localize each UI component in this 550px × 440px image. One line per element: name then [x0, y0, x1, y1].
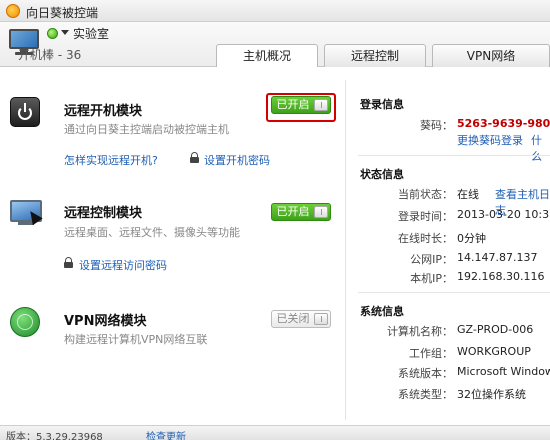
status-bar: 版本：5.3.29.23968 检查更新	[0, 425, 550, 440]
status-label: 当前状态：	[398, 188, 453, 201]
chevron-down-icon[interactable]	[61, 30, 69, 35]
module-title-remote-boot: 远程开机模块	[64, 104, 143, 119]
module-desc-vpn: 构建远程计算机VPN网络互联	[64, 333, 208, 346]
section-divider	[358, 292, 550, 293]
window-title: 向日葵被控端	[26, 6, 99, 20]
workgroup-label: 工作组：	[409, 347, 453, 360]
status-value: 在线	[457, 188, 479, 201]
remote-desktop-icon	[10, 200, 44, 230]
system-info-title: 系统信息	[360, 305, 404, 318]
version-label: 版本：5.3.29.23968	[6, 432, 103, 440]
tab-remote-control[interactable]: 远程控制	[324, 44, 426, 67]
module-desc-remote-control: 远程桌面、远程文件、摄像头等功能	[64, 226, 240, 239]
workgroup-value: WORKGROUP	[457, 345, 531, 358]
login-info-title: 登录信息	[360, 98, 404, 111]
vpn-toggle[interactable]: 已关闭	[271, 310, 331, 328]
os-version-value: Microsoft Windows	[457, 365, 550, 378]
public-ip-value: 14.147.87.137	[457, 251, 538, 264]
online-duration-value: 0分钟	[457, 232, 486, 245]
os-type-value: 32位操作系统	[457, 388, 526, 401]
login-time-label: 登录时间：	[398, 210, 453, 223]
what-is-link[interactable]: 什么	[531, 132, 550, 164]
how-remote-boot-link[interactable]: 怎样实现远程开机?	[64, 152, 158, 168]
section-divider	[358, 155, 550, 156]
os-version-label: 系统版本：	[398, 367, 453, 380]
lock-icon	[64, 257, 73, 268]
computer-name-value: GZ-PROD-006	[457, 323, 534, 336]
online-status-icon	[47, 28, 58, 39]
info-panel: 登录信息 葵码： 5263-9639-9806- 更换葵码登录 什么 状态信息 …	[346, 67, 550, 425]
tab-vpn-network[interactable]: VPN网络	[432, 44, 550, 67]
tab-host-overview[interactable]: 主机概况	[216, 44, 318, 68]
change-code-login-link[interactable]: 更换葵码登录	[457, 132, 523, 148]
set-remote-password-link[interactable]: 设置远程访问密码	[79, 257, 167, 273]
module-title-vpn: VPN网络模块	[64, 314, 147, 329]
sunflower-code-value: 5263-9639-9806-	[457, 117, 550, 130]
module-desc-remote-boot: 通过向日葵主控端启动被控端主机	[64, 123, 229, 136]
os-type-label: 系统类型：	[398, 388, 453, 401]
highlight-box	[266, 93, 336, 122]
sunflower-logo-icon	[6, 4, 20, 18]
check-update-link[interactable]: 检查更新	[146, 428, 186, 440]
lock-icon	[190, 152, 199, 163]
local-ip-value: 192.168.30.116	[457, 270, 545, 283]
computer-name-label: 计算机名称：	[387, 325, 453, 338]
status-info-title: 状态信息	[360, 168, 404, 181]
remote-control-toggle[interactable]: 已开启	[271, 203, 331, 221]
sunflower-code-label: 葵码：	[420, 119, 453, 132]
local-ip-label: 本机IP：	[410, 272, 453, 285]
login-time-value: 2013-03-20 10:31:0	[457, 208, 550, 221]
vpn-globe-icon	[10, 307, 40, 337]
set-boot-password-link[interactable]: 设置开机密码	[204, 152, 270, 168]
power-icon	[10, 97, 40, 127]
public-ip-label: 公网IP：	[410, 253, 453, 266]
online-duration-label: 在线时长：	[398, 232, 453, 245]
group-name[interactable]: 实验室	[73, 25, 109, 42]
module-title-remote-control: 远程控制模块	[64, 206, 143, 221]
title-bar: 向日葵被控端	[0, 0, 550, 22]
device-name: 开机棒 - 36	[18, 48, 82, 62]
